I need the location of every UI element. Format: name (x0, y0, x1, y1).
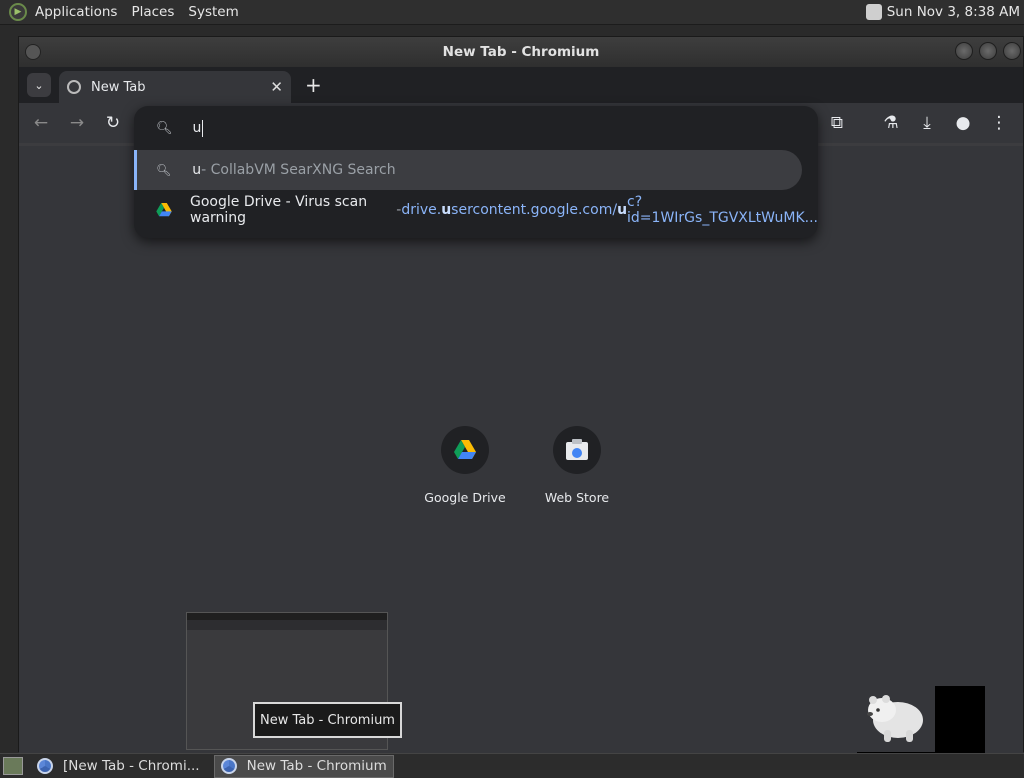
web-store-icon (553, 426, 601, 474)
flask-icon: ⚗ (883, 113, 899, 133)
search-icon: 🔍︎ (156, 120, 173, 136)
taskbar-item[interactable]: [New Tab - Chromi... (31, 755, 206, 778)
arrow-left-icon: ← (33, 113, 49, 133)
clock[interactable]: Sun Nov 3, 8:38 AM (887, 4, 1020, 20)
shortcut-web-store[interactable]: Web Store (527, 426, 627, 505)
tab-label: New Tab (91, 79, 146, 95)
polar-bear-icon[interactable] (864, 688, 926, 744)
google-drive-icon (156, 203, 172, 217)
applications-menu[interactable]: Applications (28, 4, 124, 20)
extensions-button[interactable]: ⧉ (819, 105, 855, 141)
show-desktop-button[interactable] (3, 757, 23, 775)
downloads-button[interactable]: ⤓ (909, 105, 945, 141)
window-title: New Tab - Chromium (442, 44, 600, 60)
taskbar: [New Tab - Chromi... New Tab - Chromium (0, 753, 1024, 778)
new-tab-button[interactable]: + (305, 73, 322, 97)
network-icon[interactable] (865, 4, 882, 20)
distro-logo-icon[interactable]: ▶ (9, 3, 27, 21)
arrow-right-icon: → (69, 113, 85, 133)
chevron-down-icon: ⌄ (34, 78, 44, 92)
kebab-menu-icon: ⋮ (990, 113, 1008, 133)
clock-area[interactable]: Sun Nov 3, 8:38 AM (865, 4, 1024, 20)
shortcut-label: Web Store (544, 490, 610, 505)
chromium-icon (220, 758, 237, 774)
back-button[interactable]: ← (23, 105, 59, 141)
system-menu[interactable]: System (181, 4, 245, 20)
address-input[interactable]: u (193, 120, 202, 136)
minimize-button[interactable] (955, 42, 973, 60)
menu-button[interactable]: ⋮ (981, 105, 1017, 141)
tab-search-button[interactable]: ⌄ (27, 73, 51, 97)
top-panel: ▶ Applications Places System Sun Nov 3, … (0, 0, 1024, 25)
search-icon: 🔍︎ (156, 163, 172, 177)
maximize-button[interactable] (979, 42, 997, 60)
close-tab-icon[interactable]: ✕ (270, 78, 283, 96)
close-window-button[interactable] (1003, 42, 1021, 60)
suggestion-search[interactable]: 🔍︎ u - CollabVM SearXNG Search (134, 150, 802, 190)
download-icon: ⤓ (923, 113, 931, 133)
tooltip: New Tab - Chromium (253, 702, 402, 738)
address-bar[interactable]: 🔍︎ u (134, 106, 818, 150)
omnibox-dropdown: 🔍︎ u 🔍︎ u - CollabVM SearXNG Search Goog… (134, 106, 818, 238)
tab-strip: ⌄ New Tab ✕ + (19, 67, 1023, 103)
labs-button[interactable]: ⚗ (873, 105, 909, 141)
forward-button[interactable]: → (59, 105, 95, 141)
taskbar-item-active[interactable]: New Tab - Chromium (213, 754, 394, 778)
shortcut-label: Google Drive (424, 490, 506, 505)
window-menu-button[interactable] (25, 44, 41, 60)
suggestion-history[interactable]: Google Drive - Virus scan warning - driv… (134, 190, 818, 230)
puzzle-icon: ⧉ (830, 113, 844, 133)
chromium-icon (37, 758, 53, 774)
reload-button[interactable]: ↻ (95, 105, 131, 141)
google-drive-icon (441, 426, 489, 474)
person-icon: ● (955, 113, 971, 133)
window-titlebar[interactable]: New Tab - Chromium (19, 37, 1023, 67)
places-menu[interactable]: Places (124, 4, 181, 20)
text-caret (202, 119, 204, 137)
shortcut-google-drive[interactable]: Google Drive (415, 426, 515, 505)
profile-button[interactable]: ● (945, 105, 981, 141)
tab-new-tab[interactable]: New Tab ✕ (59, 71, 291, 103)
globe-icon (67, 80, 81, 94)
reload-icon: ↻ (105, 113, 121, 133)
